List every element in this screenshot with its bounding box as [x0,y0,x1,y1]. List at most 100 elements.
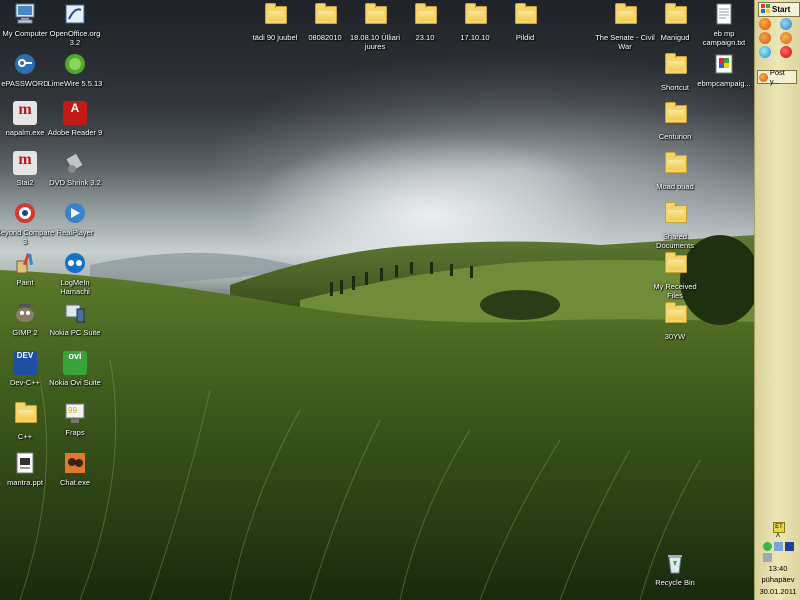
dvd-icon [63,151,87,175]
folder-icon [663,252,687,279]
installer-icon [712,52,736,76]
desktop-folder-moad-ouad[interactable]: Moad ouad [645,151,705,191]
folder-icon [613,3,637,30]
program-icon: m [13,101,37,125]
clock-time[interactable]: 13:40 [755,564,800,573]
desktop-icon-label: Nokia Ovi Suite [49,378,101,387]
desktop-icon-nokia-ovi[interactable]: ovi Nokia Ovi Suite [45,351,105,387]
media-tray-icon[interactable] [785,542,794,551]
pdf-quicklaunch-icon[interactable] [780,46,792,58]
desktop-icon-label: Pildid [515,33,535,42]
desktop-folder-pildid[interactable]: Pildid [495,2,555,42]
desktop-icon-label: My Received Files [653,282,697,300]
svg-text:99: 99 [68,406,77,415]
taskbar: Start Post y... ET ˄ 13:40 pühapäev 30.0… [754,0,800,600]
desktop-icon-adobe-reader[interactable]: A Adobe Reader 9 [45,101,105,137]
folder-icon [663,53,687,80]
firefox-quicklaunch-icon[interactable] [759,18,771,30]
hamachi-icon [63,251,87,275]
volume-tray-icon[interactable] [763,553,772,562]
limewire-icon [63,52,87,76]
desktop-icon-label: OpenOffice.org 3.2 [49,29,101,47]
desktop-icon-label: Chat.exe [59,478,91,487]
taskbar-button-firefox[interactable]: Post y... [757,68,797,86]
system-tray: ET ˄ 13:40 pühapäev 30.01.2011 [755,520,800,600]
text-file-icon [712,2,736,26]
folder-icon [263,3,287,30]
desktop-icon-dvd-shrink[interactable]: DVD Shrink 3.2 [45,151,105,187]
clock-date: 30.01.2011 [759,587,797,596]
folder-icon [13,402,37,429]
wallpaper-landscape [0,0,754,600]
ie-quicklaunch-icon[interactable] [780,18,792,30]
messenger-quicklaunch-icon[interactable] [759,46,771,58]
document-icon [13,451,37,475]
desktop-icon-recycle-bin[interactable]: Recycle Bin [645,551,705,587]
start-button[interactable]: Start [758,2,800,17]
windows-logo-icon [761,4,770,15]
folder-icon [663,202,687,229]
desktop-icon-label: Shared Documents [656,232,694,250]
nokia-icon [63,301,87,325]
desktop-icon-label: RealPlayer [56,228,94,237]
desktop-icon-label: Moad ouad [656,182,694,191]
compare-icon [13,201,37,225]
media-quicklaunch-icon[interactable] [780,32,792,44]
realplayer-icon [63,201,87,225]
folder-icon [463,3,487,30]
folder-icon [663,152,687,179]
desktop-icon-hamachi[interactable]: LogMeIn Hamachi [45,251,105,296]
desktop-icon-chat[interactable]: Chat.exe [45,451,105,487]
taskbar-button-label: Post y... [769,68,785,86]
desktop-icon-label: Recycle Bin [655,578,695,587]
desktop-icon-label: LogMeIn Hamachi [60,278,90,296]
desktop-icon-openoffice[interactable]: OpenOffice.org 3.2 [45,2,105,47]
desktop-icon-nokia-pc-suite[interactable]: Nokia PC Suite [45,301,105,337]
desktop-icon-label: LimeWire 5.5.13 [47,79,103,88]
devcpp-icon: DEV [13,351,37,375]
firefox-alt-quicklaunch-icon[interactable] [759,32,771,44]
recycle-bin-icon [663,551,687,575]
security-tray-icon[interactable] [763,542,772,551]
ovi-icon: ovi [63,351,87,375]
folder-icon [363,3,387,30]
start-label: Start [772,5,791,14]
desktop-folder-shared-documents[interactable]: Shared Documents [645,201,705,250]
tray-expand-chevron-icon[interactable]: ˄ [773,532,783,540]
desktop-icon-label: Fraps [65,428,85,437]
folder-icon [413,3,437,30]
folder-icon [313,3,337,30]
paint-icon [13,251,37,275]
program-icon: m [13,151,37,175]
desktop-icon-label: eb mp campaign.txt [702,29,746,47]
desktop-icon-label: Adobe Reader 9 [47,128,103,137]
desktop-icon-label: ebmpcampaig... [697,79,751,88]
chat-icon [63,451,87,475]
network-tray-icon[interactable] [774,542,783,551]
folder-icon [663,102,687,129]
desktop-folder-centurion[interactable]: Centurion [645,101,705,141]
key-icon [13,52,37,76]
desktop-file-ebmpcampaign-installer[interactable]: ebmpcampaig... [694,52,754,88]
computer-icon [13,2,37,26]
desktop-file-eb-mp-campaign-txt[interactable]: eb mp campaign.txt [694,2,754,47]
folder-icon [513,3,537,30]
desktop-folder-my-received-files[interactable]: My Received Files [645,251,705,300]
desktop-icon-label: 30YW [664,332,686,341]
desktop-icon-limewire[interactable]: LimeWire 5.5.13 [45,52,105,88]
desktop-wallpaper [0,0,754,600]
folder-icon [663,3,687,30]
desktop-folder-30yw[interactable]: 30YW [645,301,705,341]
pdf-icon: A [63,101,87,125]
folder-icon [663,302,687,329]
desktop-icon-label: DVD Shrink 3.2 [49,178,101,187]
desktop-icon-label: Nokia PC Suite [49,328,101,337]
openoffice-icon [63,2,87,26]
clock-weekday: pühapäev [761,575,795,584]
gimp-icon [13,301,37,325]
desktop-icon-realplayer[interactable]: RealPlayer [45,201,105,237]
desktop-icon-label: Centurion [658,132,692,141]
desktop-icon-fraps[interactable]: 99 Fraps [45,401,105,437]
firefox-icon [759,72,768,82]
fraps-icon: 99 [63,401,87,425]
